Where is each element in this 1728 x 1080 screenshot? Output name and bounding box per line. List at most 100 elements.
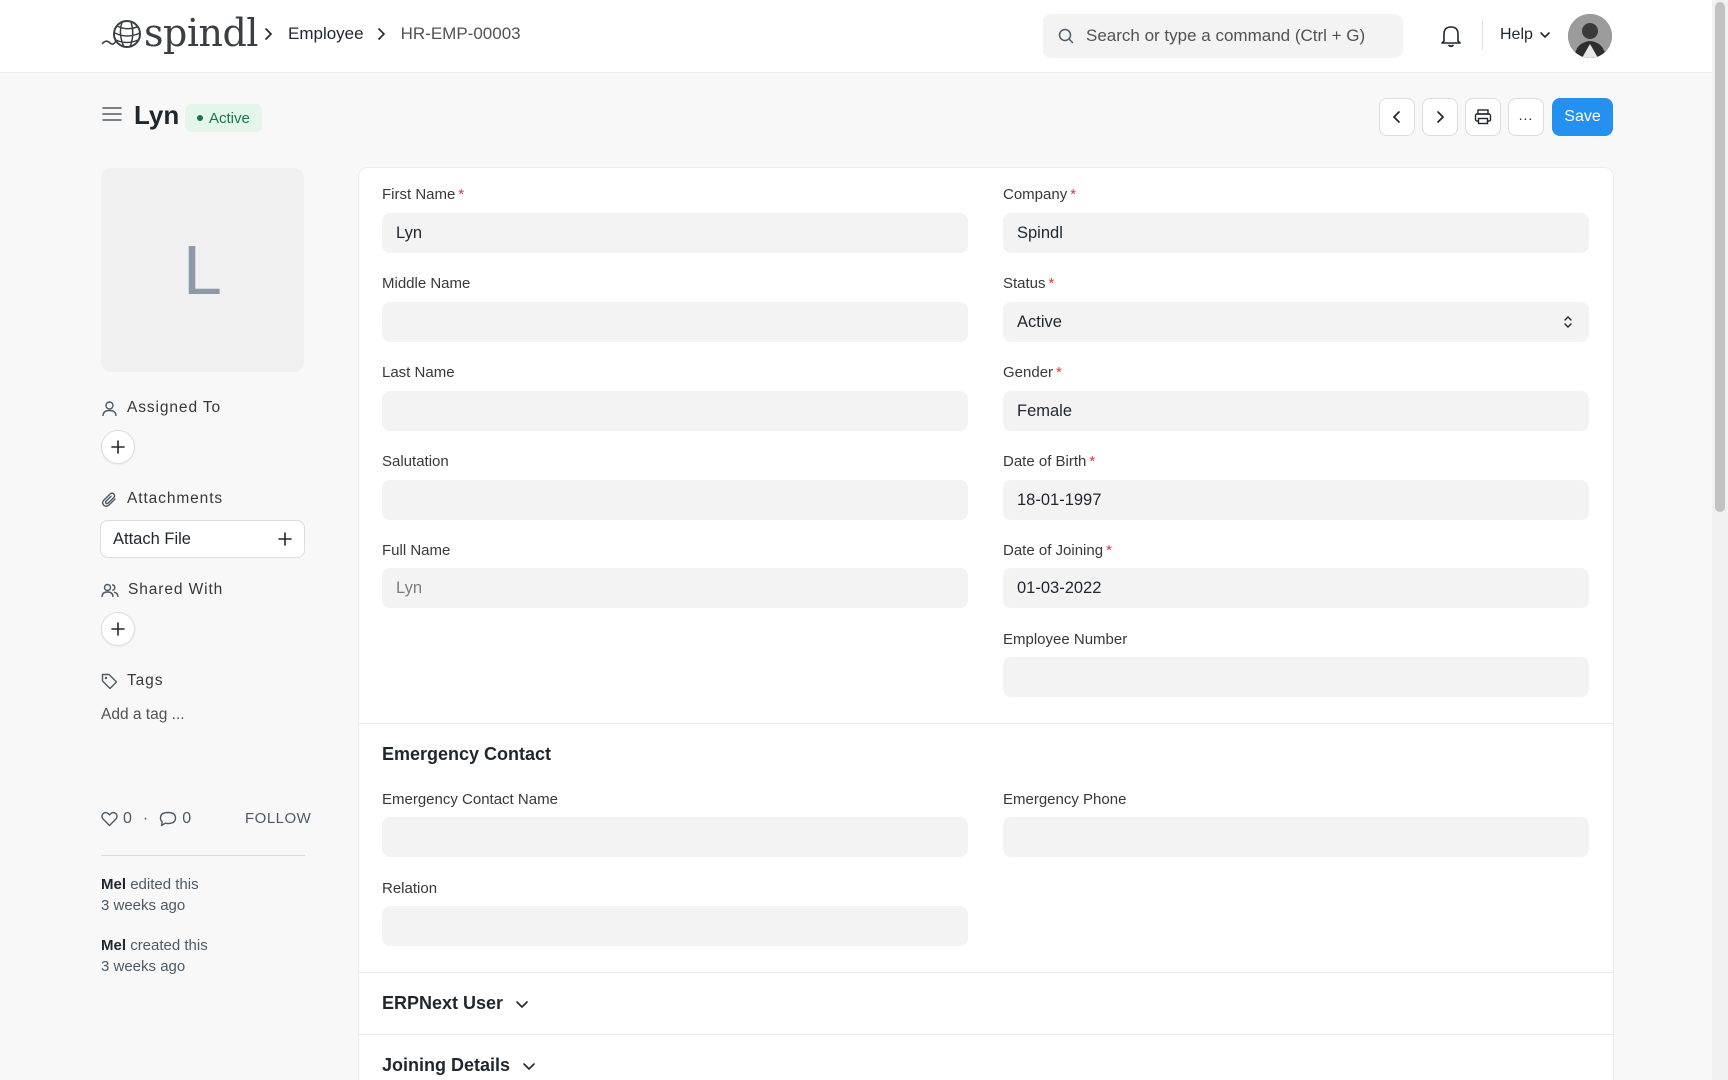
app-logo[interactable]: spindl bbox=[100, 14, 258, 52]
activity-user[interactable]: Mel bbox=[101, 937, 126, 954]
status-select-value: Active bbox=[1017, 312, 1062, 331]
date-of-joining-input[interactable]: 01-03-2022 bbox=[1003, 568, 1589, 608]
breadcrumb-employee[interactable]: Employee bbox=[288, 24, 364, 44]
more-actions-label: ... bbox=[1518, 107, 1534, 123]
users-icon bbox=[101, 583, 119, 597]
search-icon bbox=[1058, 28, 1074, 44]
date-of-joining-label: Date of Joining * bbox=[1003, 542, 1112, 559]
section-divider bbox=[359, 723, 1613, 724]
full-name-field: Lyn bbox=[382, 568, 968, 608]
add-assignee-button[interactable] bbox=[101, 430, 135, 464]
emergency-contact-name-input[interactable] bbox=[382, 817, 968, 857]
chevron-right-icon bbox=[263, 27, 275, 41]
activity-time: 3 weeks ago bbox=[101, 897, 186, 914]
chevron-down-icon bbox=[1540, 32, 1550, 39]
chevron-right-icon bbox=[376, 27, 388, 41]
heart-icon bbox=[101, 811, 118, 827]
salutation-label: Salutation bbox=[382, 453, 449, 470]
more-actions-button[interactable]: ... bbox=[1508, 98, 1544, 136]
activity-user[interactable]: Mel bbox=[101, 876, 126, 893]
plus-icon bbox=[111, 622, 125, 636]
gender-input[interactable]: Female bbox=[1003, 391, 1589, 431]
avatar-initial: L bbox=[183, 231, 222, 309]
company-label: Company * bbox=[1003, 186, 1077, 203]
tags-section: Tags bbox=[101, 672, 163, 690]
search-placeholder: Search or type a command (Ctrl + G) bbox=[1086, 26, 1366, 45]
middle-name-input[interactable] bbox=[382, 302, 968, 342]
status-badge-label: Active bbox=[209, 109, 250, 127]
help-dropdown[interactable]: Help bbox=[1500, 26, 1551, 44]
sidebar-toggle-icon[interactable] bbox=[102, 106, 122, 127]
date-of-birth-input[interactable]: 18-01-1997 bbox=[1003, 480, 1589, 520]
emergency-phone-label: Emergency Phone bbox=[1003, 791, 1127, 808]
date-of-birth-label: Date of Birth * bbox=[1003, 453, 1096, 470]
assigned-to-label: Assigned To bbox=[127, 399, 222, 416]
shared-with-section: Shared With bbox=[101, 581, 223, 599]
erpnext-user-section-toggle[interactable]: ERPNext User bbox=[382, 993, 529, 1014]
employee-number-input[interactable] bbox=[1003, 657, 1589, 697]
breadcrumb-current[interactable]: HR-EMP-00003 bbox=[401, 24, 521, 44]
status-dot-icon bbox=[197, 115, 203, 121]
full-name-label: Full Name bbox=[382, 542, 451, 559]
first-name-input[interactable]: Lyn bbox=[382, 213, 968, 253]
joining-details-section-toggle[interactable]: Joining Details bbox=[382, 1055, 536, 1076]
status-select[interactable]: Active bbox=[1003, 302, 1589, 342]
gender-label: Gender * bbox=[1003, 364, 1062, 381]
middle-name-label: Middle Name bbox=[382, 275, 471, 292]
activity-action: created this bbox=[130, 937, 208, 954]
scrollbar-thumb[interactable] bbox=[1715, 2, 1725, 512]
salutation-input[interactable] bbox=[382, 480, 968, 520]
emergency-contact-name-label: Emergency Contact Name bbox=[382, 791, 558, 808]
joining-details-heading: Joining Details bbox=[382, 1055, 511, 1075]
add-share-button[interactable] bbox=[101, 612, 135, 646]
print-button[interactable] bbox=[1465, 98, 1501, 136]
page-scrollbar[interactable] bbox=[1712, 0, 1728, 1080]
logo-text: spindl bbox=[144, 11, 258, 55]
status-label: Status * bbox=[1003, 275, 1055, 292]
stats-row: 0 · 0 bbox=[101, 810, 191, 828]
tag-icon bbox=[101, 673, 118, 689]
comment-icon bbox=[160, 811, 177, 827]
add-tag-link[interactable]: Add a tag ... bbox=[101, 706, 185, 724]
sidebar-divider bbox=[101, 855, 305, 856]
likes-button[interactable]: 0 bbox=[101, 810, 132, 828]
attach-file-button[interactable]: Attach File bbox=[100, 520, 305, 558]
comments-button[interactable]: 0 bbox=[159, 810, 191, 828]
printer-icon bbox=[1474, 109, 1492, 125]
paperclip-icon bbox=[101, 491, 116, 507]
chevron-down-icon bbox=[523, 1062, 535, 1070]
previous-record-button[interactable] bbox=[1379, 98, 1415, 136]
help-label: Help bbox=[1500, 26, 1533, 43]
yarn-ball-icon bbox=[101, 20, 141, 48]
attachments-section: Attachments bbox=[101, 490, 223, 508]
emergency-contact-heading: Emergency Contact bbox=[382, 744, 552, 764]
select-caret-icon bbox=[1564, 316, 1572, 328]
tags-label: Tags bbox=[127, 672, 164, 689]
notifications-bell-icon[interactable] bbox=[1440, 24, 1462, 53]
emergency-phone-input[interactable] bbox=[1003, 817, 1589, 857]
employee-avatar-placeholder[interactable]: L bbox=[101, 168, 304, 372]
save-button[interactable]: Save bbox=[1552, 98, 1613, 136]
next-record-button[interactable] bbox=[1422, 98, 1458, 136]
user-avatar[interactable] bbox=[1568, 14, 1612, 58]
attach-file-label: Attach File bbox=[113, 529, 191, 548]
employee-number-label: Employee Number bbox=[1003, 631, 1128, 648]
plus-icon bbox=[278, 532, 292, 546]
follow-button[interactable]: FOLLOW bbox=[245, 810, 311, 827]
breadcrumb: Employee HR-EMP-00003 bbox=[258, 24, 521, 44]
last-name-input[interactable] bbox=[382, 391, 968, 431]
activity-action: edited this bbox=[130, 876, 199, 893]
relation-input[interactable] bbox=[382, 906, 968, 946]
company-input[interactable]: Spindl bbox=[1003, 213, 1589, 253]
attachments-label: Attachments bbox=[127, 490, 224, 507]
plus-icon bbox=[111, 440, 125, 454]
first-name-label: First Name * bbox=[382, 186, 465, 203]
likes-count: 0 bbox=[123, 810, 132, 827]
search-input[interactable]: Search or type a command (Ctrl + G) bbox=[1043, 14, 1403, 58]
stats-separator: · bbox=[142, 810, 149, 827]
last-name-label: Last Name bbox=[382, 364, 455, 381]
chevron-right-icon bbox=[1437, 111, 1445, 123]
activity-item: Mel created this 3 weeks ago bbox=[101, 935, 208, 977]
section-divider bbox=[359, 972, 1613, 973]
activity-time: 3 weeks ago bbox=[101, 958, 186, 975]
